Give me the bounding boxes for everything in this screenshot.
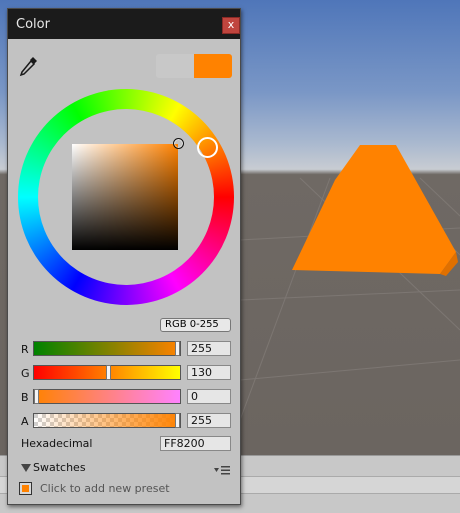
channel-a-label: A [21, 415, 29, 428]
eyedropper-icon[interactable] [19, 55, 39, 77]
grid-line [239, 359, 460, 381]
channel-b-label: B [21, 391, 29, 404]
swatches-label[interactable]: Swatches [33, 461, 86, 474]
hexadecimal-label: Hexadecimal [21, 437, 93, 450]
channel-r-slider[interactable] [33, 341, 181, 356]
channel-a-field[interactable]: 255 [187, 413, 231, 428]
add-preset-swatch[interactable] [19, 482, 32, 495]
menu-icon[interactable] [214, 465, 230, 475]
add-preset-hint: Click to add new preset [40, 482, 170, 495]
color-mode-dropdown[interactable]: RGB 0-255 [160, 318, 231, 332]
title-bar[interactable]: Color x [8, 9, 240, 39]
channel-r-thumb[interactable] [175, 341, 180, 356]
channel-a-slider[interactable] [33, 413, 181, 428]
channel-a-thumb[interactable] [175, 413, 180, 428]
window-title: Color [16, 17, 50, 32]
hue-cursor[interactable] [197, 137, 218, 158]
previous-color-swatch[interactable] [156, 54, 194, 78]
channel-b-slider[interactable] [33, 389, 181, 404]
current-color-swatch[interactable] [194, 54, 232, 78]
channel-g-label: G [21, 367, 30, 380]
hexadecimal-field[interactable]: FF8200 [160, 436, 231, 451]
saturation-value-square[interactable] [72, 144, 178, 250]
orange-cone-shape[interactable] [292, 145, 456, 274]
channel-b-field[interactable]: 0 [187, 389, 231, 404]
triangle-down-icon[interactable] [20, 463, 32, 473]
channel-b-thumb[interactable] [34, 389, 39, 404]
close-icon: x [227, 18, 235, 31]
channel-g-thumb[interactable] [106, 365, 111, 380]
color-window: Color x RGB 0-255 R 255 G 130 B 0 A 255 … [7, 8, 241, 505]
channel-g-field[interactable]: 130 [187, 365, 231, 380]
channel-g-slider[interactable] [33, 365, 181, 380]
close-button[interactable]: x [222, 17, 240, 34]
saturation-value-cursor[interactable] [173, 138, 184, 149]
channel-r-field[interactable]: 255 [187, 341, 231, 356]
channel-r-label: R [21, 343, 29, 356]
